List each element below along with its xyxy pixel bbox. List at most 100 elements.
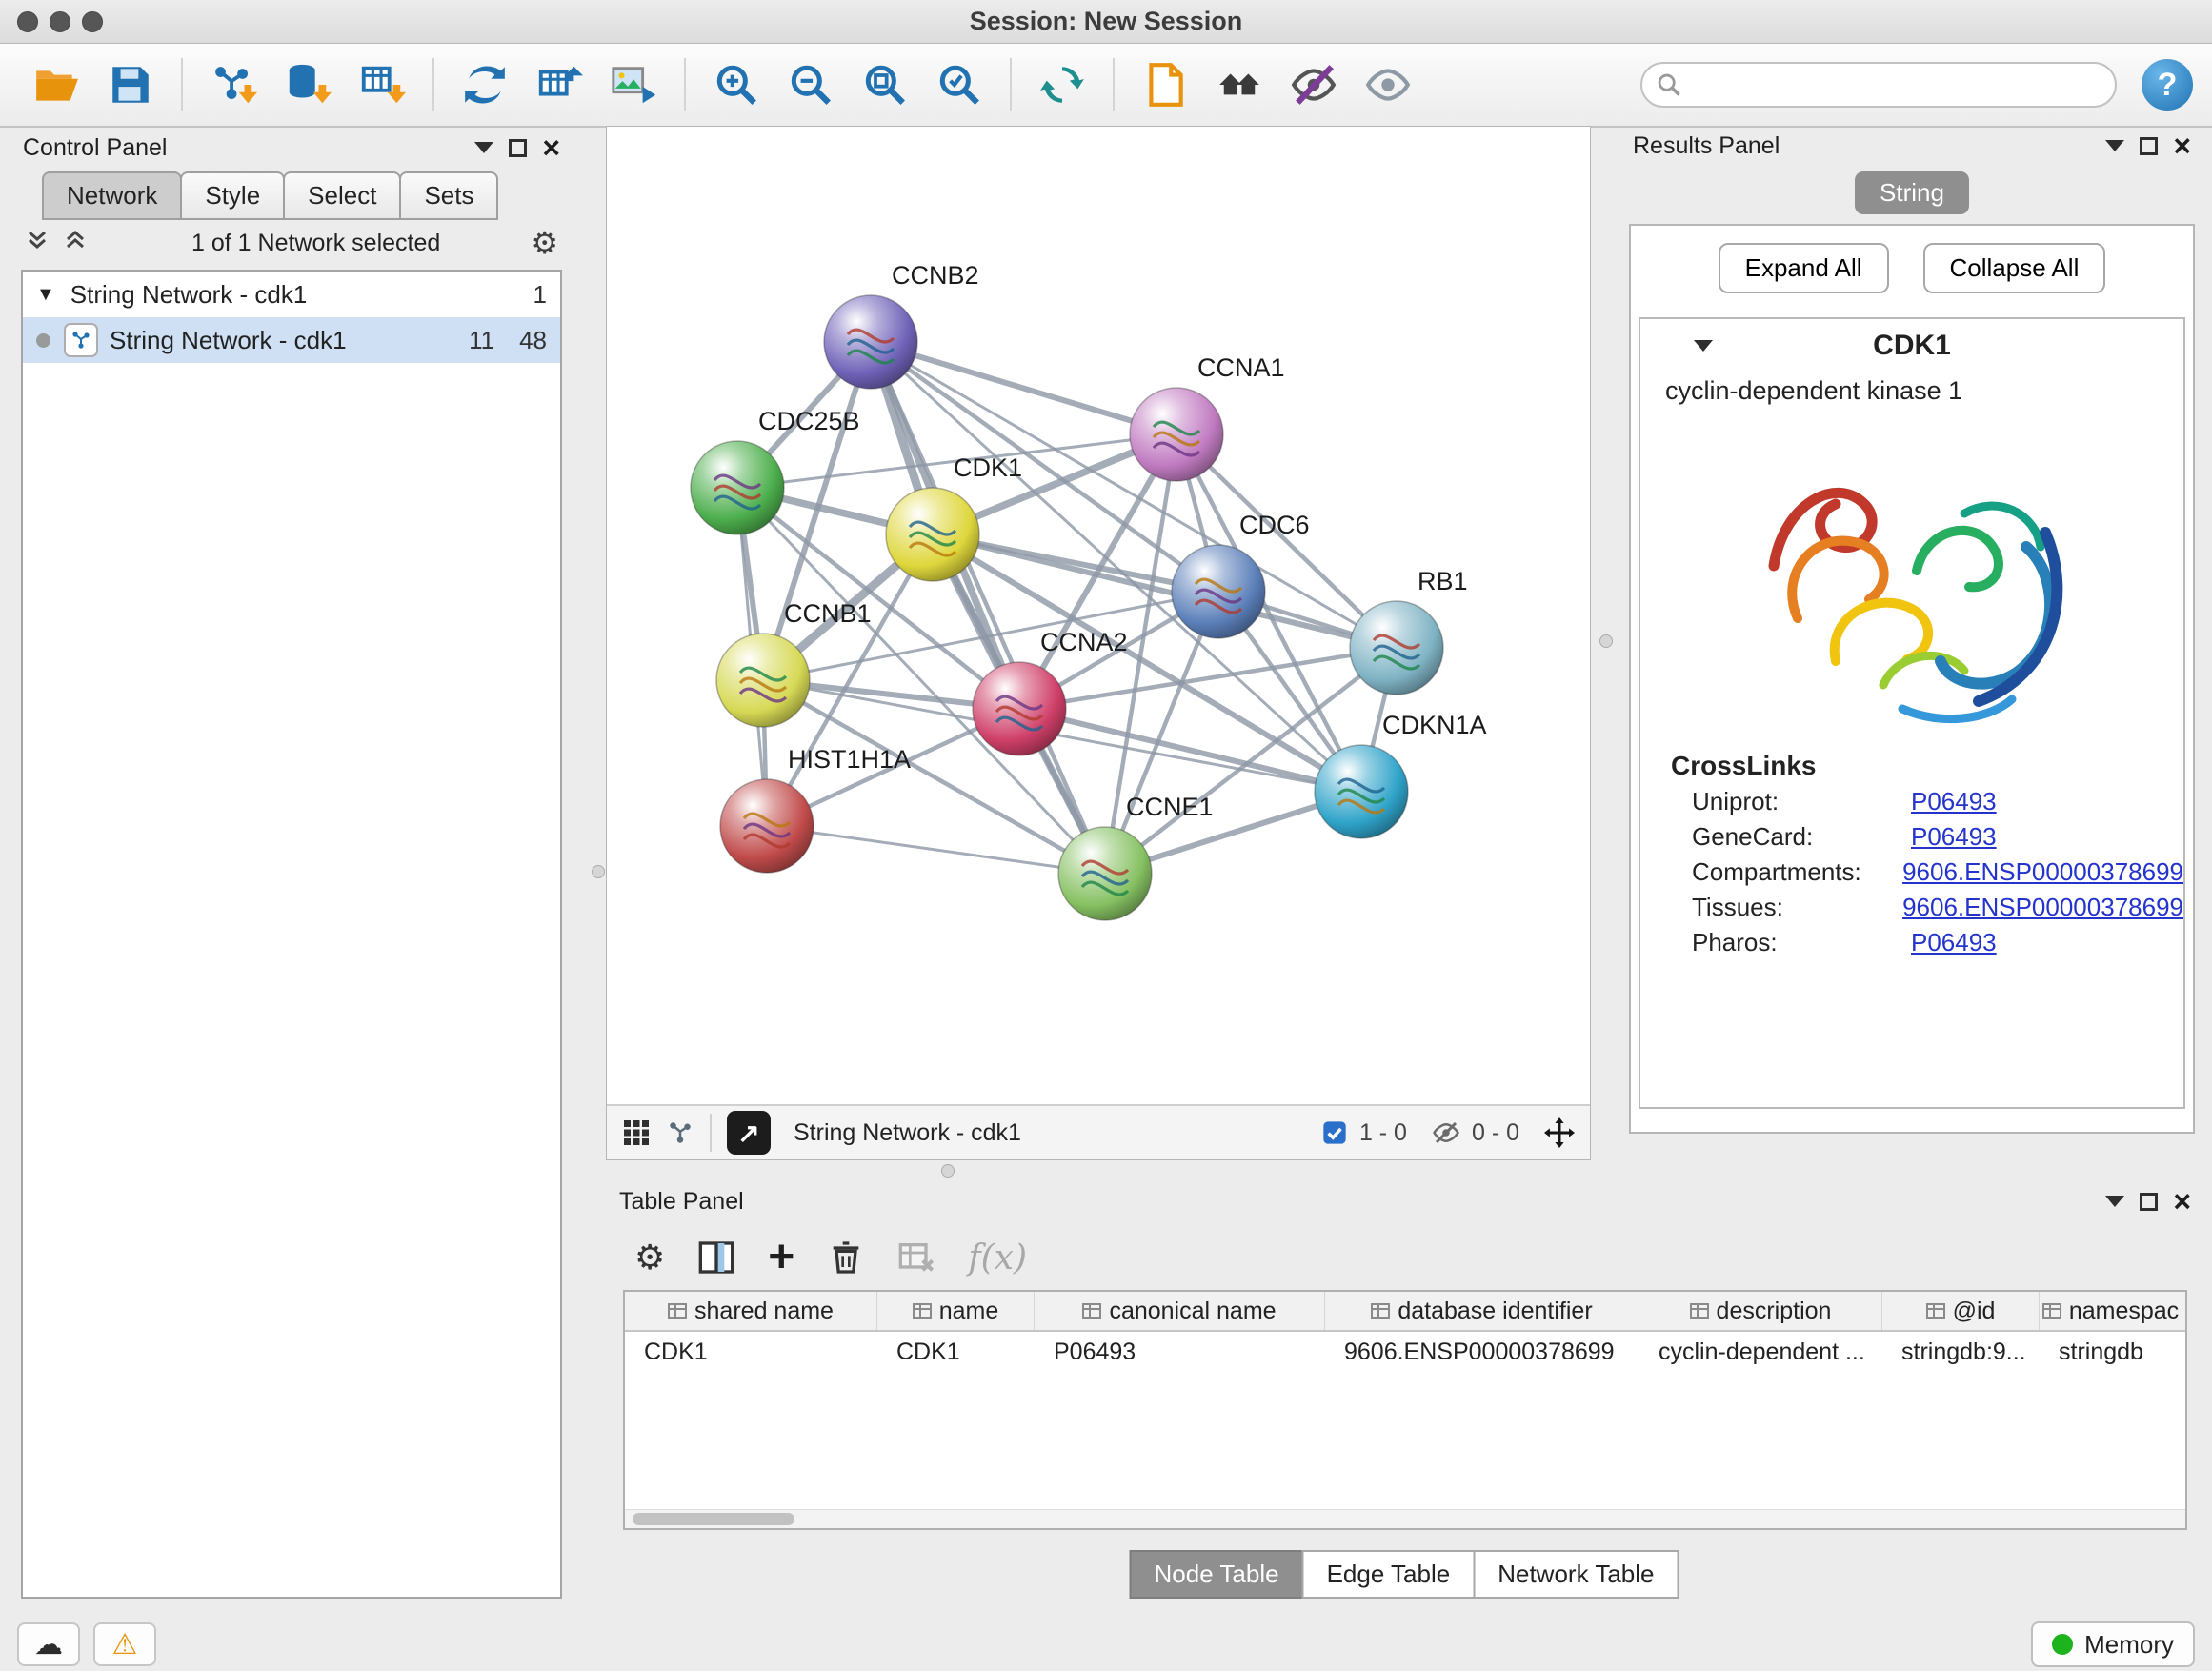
save-session-button[interactable] <box>100 54 161 115</box>
splitter-handle[interactable] <box>1599 634 1613 648</box>
tab-network[interactable]: Network <box>42 171 182 220</box>
open-in-new-window-button[interactable]: ↗ <box>727 1111 771 1155</box>
search-input[interactable] <box>1640 62 2117 108</box>
horizontal-scrollbar[interactable] <box>625 1509 2185 1528</box>
table-cell[interactable]: CDK1 <box>877 1332 1035 1372</box>
tab-sets[interactable]: Sets <box>399 171 498 220</box>
network-view-icon[interactable] <box>666 1118 694 1147</box>
column-icon <box>2042 1301 2061 1320</box>
help-button[interactable]: ? <box>2142 59 2193 111</box>
disclosure-triangle-icon[interactable]: ▼ <box>36 284 55 306</box>
splitter-handle[interactable] <box>941 1164 955 1178</box>
scrollbar-thumb[interactable] <box>633 1513 794 1525</box>
column-header[interactable]: name <box>877 1292 1035 1330</box>
tab-edge-table[interactable]: Edge Table <box>1302 1550 1476 1599</box>
panel-float-icon[interactable] <box>2140 1193 2158 1211</box>
expand-all-button[interactable]: Expand All <box>1719 243 1889 293</box>
entry-collapse-icon[interactable] <box>1694 340 1713 352</box>
tab-node-table[interactable]: Node Table <box>1130 1550 1304 1599</box>
table-cell[interactable]: stringdb <box>2040 1332 2182 1372</box>
panel-close-icon[interactable]: × <box>2173 131 2191 161</box>
splitter-handle[interactable] <box>592 865 605 878</box>
warnings-button[interactable]: ⚠ <box>93 1622 156 1666</box>
open-session-button[interactable] <box>26 54 87 115</box>
network-node-HIST1H1A[interactable]: HIST1H1A <box>720 745 911 873</box>
column-header[interactable]: shared name <box>625 1292 877 1330</box>
panel-menu-icon[interactable] <box>474 142 493 153</box>
export-network-button[interactable] <box>454 54 515 115</box>
collapse-all-button[interactable]: Collapse All <box>1923 243 2106 293</box>
app-window: Session: New Session <box>0 0 2212 1671</box>
main-toolbar: ? <box>0 44 2212 128</box>
column-header[interactable]: description <box>1639 1292 1882 1330</box>
network-row[interactable]: String Network - cdk1 11 48 <box>23 317 560 363</box>
panel-close-icon[interactable]: × <box>2173 1186 2191 1217</box>
eye-edit-button[interactable] <box>1283 54 1344 115</box>
network-node-CDK1[interactable]: CDK1 <box>886 453 1022 581</box>
add-row-button[interactable]: + <box>768 1235 794 1280</box>
import-network-database-button[interactable] <box>277 54 338 115</box>
home-button[interactable] <box>1209 54 1270 115</box>
export-table-button[interactable] <box>529 54 590 115</box>
network-canvas[interactable]: CCNB2CCNA1CDC25BCDK1CDC6RB1CCNB1CCNA2CDK… <box>607 127 1590 1104</box>
string-tab[interactable]: String <box>1855 171 1969 214</box>
table-cell[interactable]: CDK1 <box>625 1332 877 1372</box>
hidden-eye-icon[interactable] <box>1432 1118 1460 1147</box>
table-cell[interactable]: stringdb:9... <box>1882 1332 2040 1372</box>
column-header[interactable]: namespac <box>2040 1292 2182 1330</box>
panel-menu-icon[interactable] <box>2105 1196 2124 1207</box>
expand-all-networks-button[interactable] <box>25 228 50 259</box>
table-cell[interactable]: P06493 <box>1035 1332 1325 1372</box>
cloud-button[interactable]: ☁ <box>17 1622 80 1666</box>
crosslink-link[interactable]: P06493 <box>1911 787 1997 816</box>
zoom-selected-button[interactable] <box>929 54 990 115</box>
selected-count: 1 - 0 <box>1359 1119 1407 1147</box>
network-node-CDC25B[interactable]: CDC25B <box>691 407 860 534</box>
delete-trash-icon[interactable] <box>827 1238 865 1277</box>
network-edge-HIST1H1A-CCNE1[interactable] <box>767 826 1105 874</box>
table-cell[interactable]: cyclin-dependent ... <box>1639 1332 1882 1372</box>
zoom-in-button[interactable] <box>706 54 767 115</box>
network-edge-CCNB2-CCNE1[interactable] <box>871 342 1105 874</box>
crosslink-link[interactable]: 9606.ENSP00000378699 <box>1902 893 2183 922</box>
panel-menu-icon[interactable] <box>2105 140 2124 151</box>
network-collection-row[interactable]: ▼ String Network - cdk1 1 <box>23 272 560 317</box>
network-node-RB1[interactable]: RB1 <box>1350 567 1468 695</box>
memory-button[interactable]: Memory <box>2031 1621 2195 1667</box>
table-cell[interactable]: 9606.ENSP00000378699 <box>1325 1332 1639 1372</box>
add-column-icon[interactable] <box>697 1238 735 1277</box>
network-node-CCNE1[interactable]: CCNE1 <box>1058 793 1214 920</box>
import-table-button[interactable] <box>352 54 412 115</box>
document-button[interactable] <box>1135 54 1196 115</box>
eye-button[interactable] <box>1357 54 1418 115</box>
crosslink-link[interactable]: 9606.ENSP00000378699 <box>1902 857 2183 887</box>
network-node-CCNA1[interactable]: CCNA1 <box>1130 353 1285 481</box>
export-image-button[interactable] <box>603 54 664 115</box>
panel-float-icon[interactable] <box>509 139 527 157</box>
network-edge-CCNB2-CCNA1[interactable] <box>871 342 1176 434</box>
crosslink-link[interactable]: P06493 <box>1911 822 1997 852</box>
collapse-all-networks-button[interactable] <box>63 228 88 259</box>
column-header[interactable]: @id <box>1882 1292 2040 1330</box>
tab-style[interactable]: Style <box>180 171 285 220</box>
table-settings-gear-button[interactable]: ⚙ <box>634 1238 665 1278</box>
column-icon <box>1082 1301 1101 1320</box>
zoom-fit-button[interactable] <box>855 54 915 115</box>
column-header[interactable]: canonical name <box>1035 1292 1325 1330</box>
column-header[interactable]: database identifier <box>1325 1292 1639 1330</box>
network-options-gear-button[interactable]: ⚙ <box>531 225 558 261</box>
panel-float-icon[interactable] <box>2140 137 2158 155</box>
pan-move-icon[interactable] <box>1544 1117 1575 1148</box>
selected-checkbox-icon[interactable] <box>1321 1119 1348 1146</box>
zoom-out-button[interactable] <box>780 54 841 115</box>
tab-select[interactable]: Select <box>283 171 401 220</box>
network-node-CDKN1A[interactable]: CDKN1A <box>1315 711 1487 838</box>
panel-close-icon[interactable]: × <box>542 132 560 163</box>
crosslink-link[interactable]: P06493 <box>1911 928 1997 957</box>
refresh-layout-button[interactable] <box>1032 54 1093 115</box>
tab-network-table[interactable]: Network Table <box>1473 1550 1679 1599</box>
grid-view-icon[interactable] <box>622 1118 651 1147</box>
refresh-layout-icon <box>1038 61 1086 109</box>
import-network-file-button[interactable] <box>203 54 264 115</box>
network-selection-text: 1 of 1 Network selected <box>101 230 531 257</box>
